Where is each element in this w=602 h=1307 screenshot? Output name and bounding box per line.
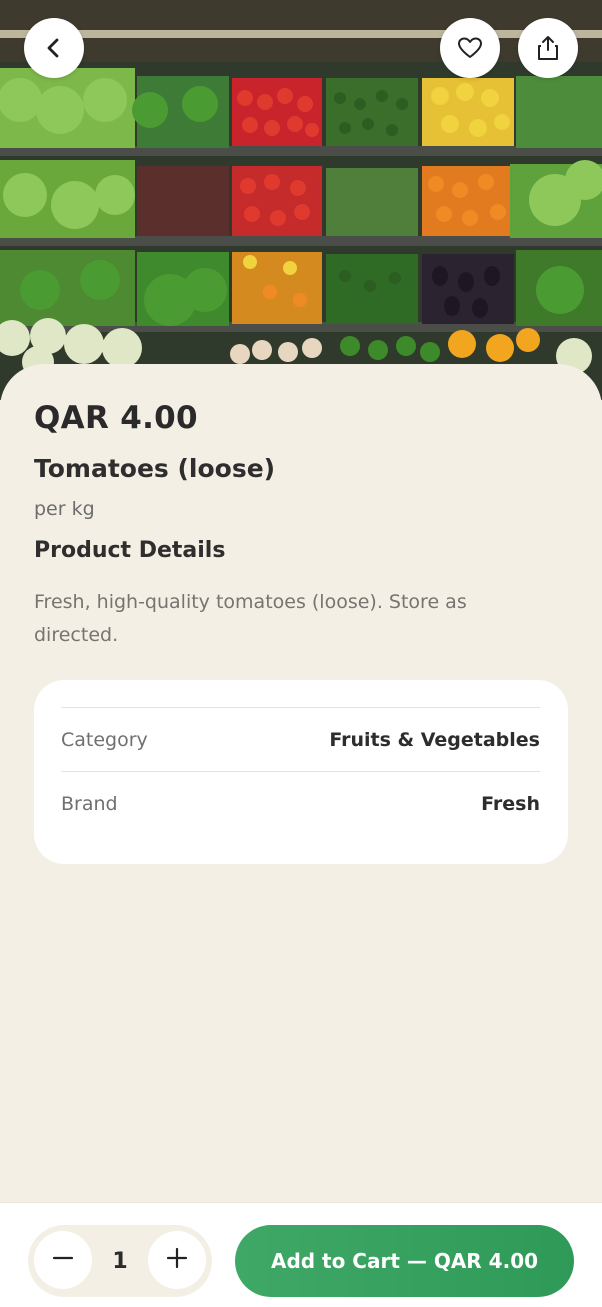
attribute-row-brand: Brand Fresh [61,771,540,835]
product-unit: per kg [34,498,95,520]
product-name: Tomatoes (loose) [34,454,276,483]
attribute-label: Brand [61,792,118,815]
add-to-cart-button[interactable]: Add to Cart — QAR 4.00 [235,1225,574,1297]
product-info-sheet: QAR 4.00 Tomatoes (loose) per kg Product… [0,364,602,1202]
product-description: Fresh, high-quality tomatoes (loose). St… [34,591,467,646]
increase-quantity-button[interactable] [148,1231,206,1289]
heart-icon [457,36,483,60]
share-button[interactable] [518,18,578,78]
minus-icon [52,1247,74,1273]
product-hero-image [0,0,602,400]
quantity-stepper: 1 [28,1225,212,1297]
attribute-label: Category [61,728,148,751]
attribute-row-category: Category Fruits & Vegetables [61,707,540,771]
back-button[interactable] [24,18,84,78]
favorite-button[interactable] [440,18,500,78]
product-attributes-card: Category Fruits & Vegetables Brand Fresh [34,680,568,864]
plus-icon [166,1247,188,1273]
product-price: QAR 4.00 [34,400,198,436]
decrease-quantity-button[interactable] [34,1231,92,1289]
chevron-left-icon [43,37,65,59]
quantity-value: 1 [112,1248,128,1274]
product-details-heading: Product Details [34,538,226,563]
share-icon [536,35,560,61]
add-to-cart-label: Add to Cart — QAR 4.00 [270,1249,539,1273]
attribute-value: Fresh [481,792,540,815]
bottom-action-bar: 1 Add to Cart — QAR 4.00 [0,1202,602,1307]
attribute-value: Fruits & Vegetables [329,728,540,751]
